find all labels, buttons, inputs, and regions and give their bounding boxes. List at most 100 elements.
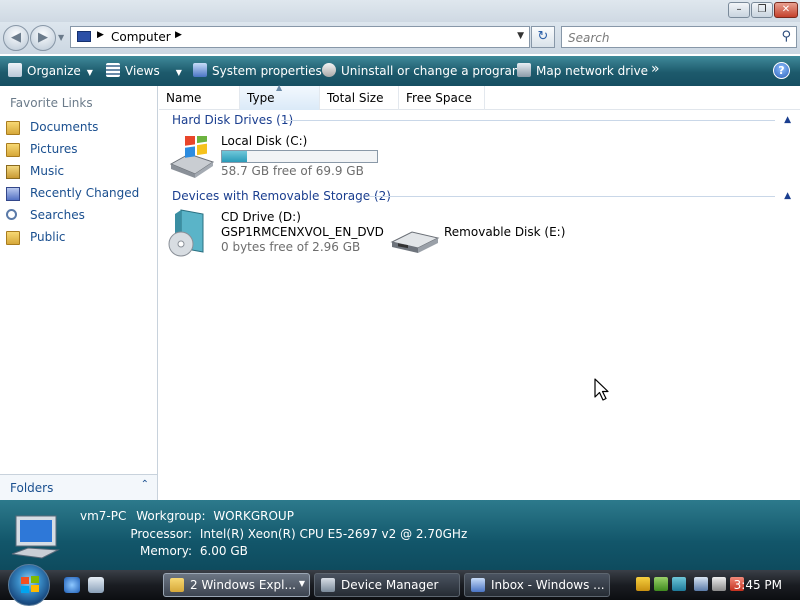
disk-usage-bar — [221, 150, 378, 163]
uninstall-program-button[interactable]: Uninstall or change a program — [322, 63, 524, 78]
column-header-type[interactable]: ▲ Type — [240, 83, 320, 110]
favorite-link-documents[interactable]: Documents — [6, 119, 154, 137]
system-properties-label: System properties — [212, 64, 322, 78]
taskbar-button-windows-explorer[interactable]: 2 Windows Expl... ▼ — [163, 573, 310, 597]
column-header-free-space[interactable]: Free Space — [399, 86, 485, 110]
breadcrumb-separator-icon[interactable]: ▶ — [175, 30, 182, 40]
chevron-up-icon[interactable]: ⌃ — [141, 479, 149, 490]
update-icon[interactable] — [654, 577, 668, 591]
system-properties-button[interactable]: System properties — [193, 63, 322, 78]
security-shield-icon[interactable] — [636, 577, 650, 591]
group-header-removable-storage[interactable]: Devices with Removable Storage (2) — [172, 189, 391, 203]
favorite-link-searches[interactable]: Searches — [6, 207, 154, 225]
minimize-button[interactable]: – — [728, 2, 750, 18]
group-divider — [281, 120, 775, 121]
favorite-link-label: Pictures — [30, 142, 78, 156]
window-controls: – ❐ ✕ — [728, 2, 798, 18]
favorite-link-public[interactable]: Public — [6, 229, 154, 247]
windows-logo-icon — [21, 576, 39, 593]
search-placeholder: Search — [568, 31, 610, 45]
breadcrumb-separator-icon[interactable]: ▶ — [97, 30, 104, 40]
favorite-link-recently-changed[interactable]: Recently Changed — [6, 185, 154, 203]
taskbar-button-label: Inbox - Windows ... — [491, 578, 605, 592]
volume-label: GSP1RMCENXVOL_EN_DVD — [221, 225, 384, 239]
organize-icon — [8, 63, 22, 77]
collapse-group-icon[interactable]: ▲ — [784, 115, 791, 125]
internet-explorer-icon[interactable] — [64, 577, 80, 593]
public-folder-icon — [6, 231, 20, 245]
folders-label: Folders — [10, 481, 54, 495]
column-header-type-label: Type — [247, 91, 275, 105]
searches-icon — [6, 209, 17, 220]
chevron-down-icon: ▼ — [298, 579, 305, 588]
drive-name: CD Drive (D:) — [221, 210, 301, 224]
favorite-link-label: Searches — [30, 208, 85, 222]
address-dropdown-icon[interactable]: ▼ — [517, 31, 524, 41]
clock[interactable]: 3:45 PM — [734, 578, 782, 592]
collapse-group-icon[interactable]: ▲ — [784, 191, 791, 201]
column-header-total-size[interactable]: Total Size — [320, 86, 399, 110]
breadcrumb-computer[interactable]: Computer — [111, 30, 171, 44]
documents-folder-icon — [6, 121, 20, 135]
workgroup-value: WORKGROUP — [213, 509, 294, 523]
taskbar-button-inbox[interactable]: Inbox - Windows ... — [464, 573, 610, 597]
processor-value: Intel(R) Xeon(R) CPU E5-2697 v2 @ 2.70GH… — [199, 527, 468, 541]
processor-line: Processor: Intel(R) Xeon(R) CPU E5-2697 … — [80, 527, 467, 541]
volume-muted-icon[interactable] — [712, 577, 726, 591]
system-tray: 3:45 PM — [632, 573, 798, 597]
favorite-link-label: Public — [30, 230, 66, 244]
taskbar-button-label: Device Manager — [341, 578, 439, 592]
defender-icon[interactable] — [672, 577, 686, 591]
favorite-link-pictures[interactable]: Pictures — [6, 141, 154, 159]
processor-label: Processor: — [130, 527, 192, 541]
removable-disk-icon — [390, 231, 440, 253]
organize-button[interactable]: Organize ▼ — [8, 63, 93, 78]
recently-changed-icon — [6, 187, 20, 201]
pictures-folder-icon — [6, 143, 20, 157]
close-button[interactable]: ✕ — [774, 2, 798, 18]
uninstall-label: Uninstall or change a program — [341, 64, 524, 78]
column-header-name[interactable]: Name — [159, 86, 240, 110]
help-button[interactable]: ? — [773, 62, 790, 79]
drive-name: Removable Disk (E:) — [444, 225, 566, 239]
forward-button[interactable]: ▶ — [30, 25, 56, 51]
network-drive-icon — [517, 63, 531, 77]
map-network-drive-label: Map network drive — [536, 64, 649, 78]
favorite-link-music[interactable]: Music — [6, 163, 154, 181]
hard-drive-windows-icon — [169, 136, 215, 178]
mail-icon — [471, 578, 485, 592]
taskbar-button-device-manager[interactable]: Device Manager — [314, 573, 460, 597]
folders-bar[interactable]: Folders ⌃ — [0, 474, 157, 500]
taskbar-button-label: 2 Windows Expl... — [190, 578, 296, 592]
search-input[interactable]: Search ⚲ — [561, 26, 797, 48]
dvd-drive-icon — [168, 209, 204, 257]
group-header-hard-disk-drives[interactable]: Hard Disk Drives (1) — [172, 113, 293, 127]
maximize-button[interactable]: ❐ — [751, 2, 773, 18]
organize-label: Organize — [27, 64, 81, 78]
favorite-link-label: Music — [30, 164, 65, 178]
network-icon[interactable] — [694, 577, 708, 591]
switch-windows-icon[interactable] — [88, 577, 104, 593]
drive-free-space: 0 bytes free of 2.96 GB — [221, 240, 361, 254]
drive-free-space: 58.7 GB free of 69.9 GB — [221, 164, 364, 178]
back-button[interactable]: ◀ — [3, 25, 29, 51]
more-commands-button[interactable]: » — [651, 61, 660, 77]
memory-label: Memory: — [140, 544, 192, 558]
views-icon — [106, 63, 120, 77]
map-network-drive-button[interactable]: Map network drive — [517, 63, 648, 78]
drive-name: Local Disk (C:) — [221, 134, 308, 148]
memory-line: Memory: 6.00 GB — [80, 544, 248, 558]
title-bar: – ❐ ✕ — [0, 0, 800, 22]
address-bar[interactable]: ▶ Computer ▶ ▼ — [70, 26, 530, 48]
chevron-down-icon: ▼ — [86, 68, 93, 77]
views-button[interactable]: Views ▼ — [106, 63, 182, 78]
favorite-links-heading: Favorite Links — [10, 96, 93, 110]
search-icon[interactable]: ⚲ — [781, 29, 791, 44]
file-list: Name ▲ Type Total Size Free Space Hard D… — [159, 83, 800, 500]
column-headers: Name ▲ Type Total Size Free Space — [159, 83, 800, 110]
recent-pages-dropdown-icon[interactable]: ▼ — [58, 33, 64, 42]
refresh-button[interactable]: ↻ — [531, 26, 555, 48]
music-folder-icon — [6, 165, 20, 179]
navigation-pane: Favorite Links Documents Pictures Music … — [0, 86, 158, 500]
favorite-link-label: Recently Changed — [30, 186, 140, 200]
